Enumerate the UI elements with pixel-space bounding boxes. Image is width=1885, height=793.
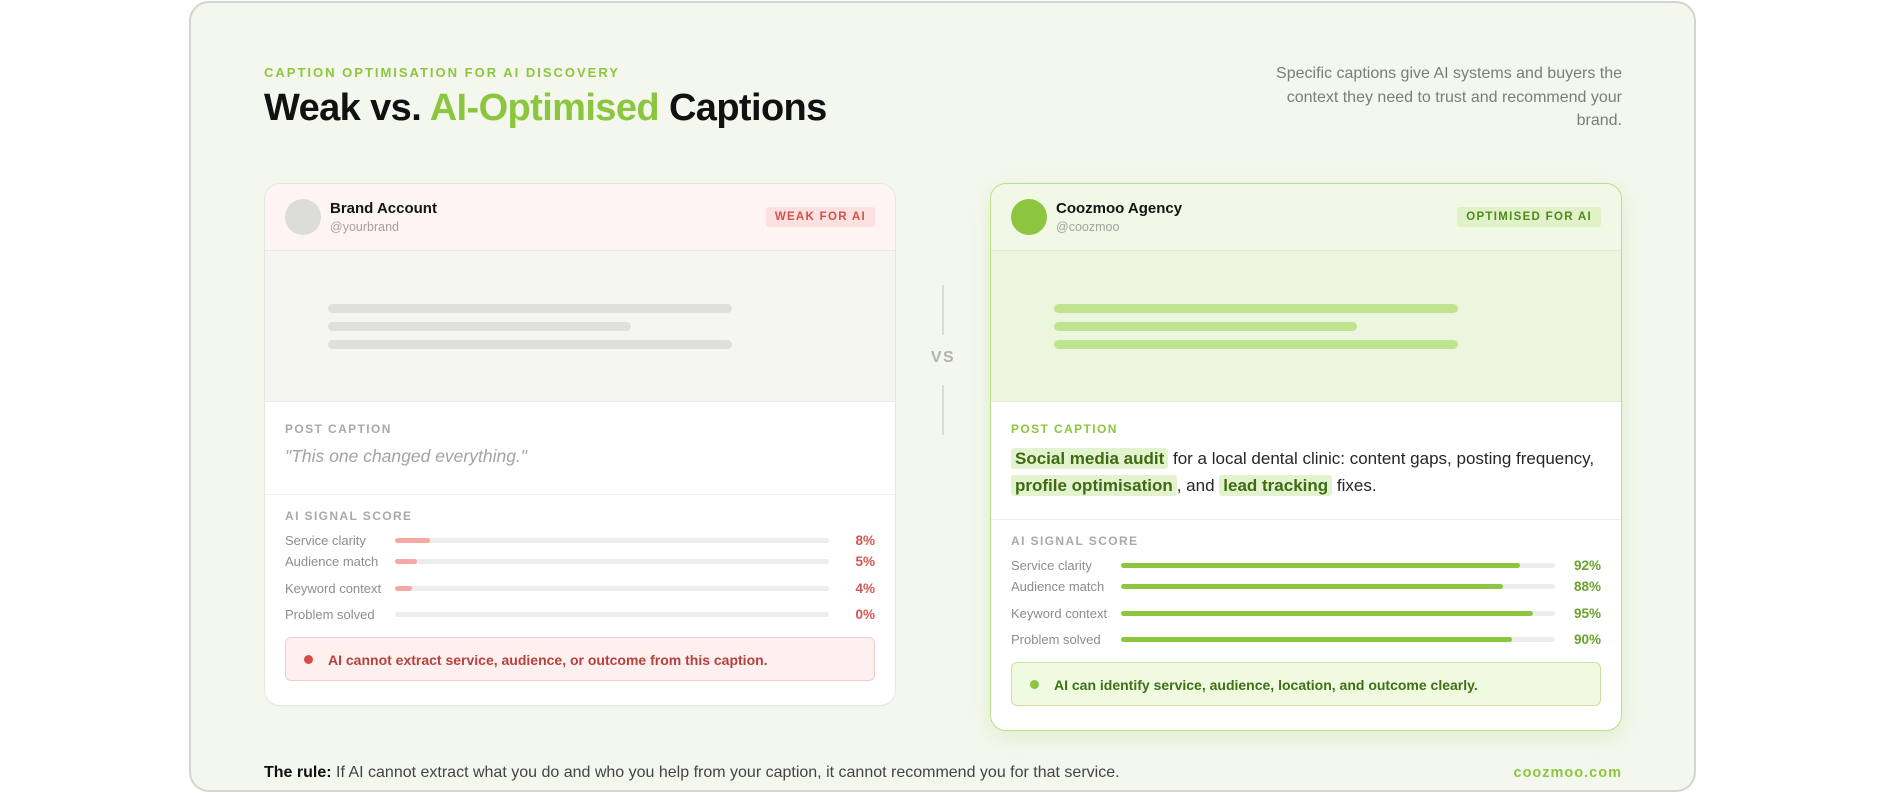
divider-line-top: [942, 285, 944, 335]
score-track: [395, 559, 829, 564]
score-value: 95%: [1573, 605, 1601, 621]
caption-label: POST CAPTION: [285, 422, 392, 436]
optimised-caption-card: Coozmoo Agency @coozmoo OPTIMISED FOR AI…: [990, 183, 1622, 731]
weak-badge: WEAK FOR AI: [765, 207, 875, 227]
infographic-frame: CAPTION OPTIMISATION FOR AI DISCOVERY We…: [189, 1, 1696, 792]
optimised-badge: OPTIMISED FOR AI: [1457, 207, 1601, 227]
page-title: Weak vs. AI-Optimised Captions: [264, 87, 827, 130]
placeholder-line: [1054, 340, 1458, 349]
score-rows: Service clarity 92% Audience match 88% K…: [1011, 555, 1601, 650]
post-media-placeholder: [265, 251, 895, 402]
weak-caption-card: Brand Account @yourbrand WEAK FOR AI POS…: [264, 183, 896, 706]
optimised-verdict: AI can identify service, audience, locat…: [1011, 662, 1601, 706]
score-row: Problem solved 0%: [285, 604, 875, 625]
keyword-highlight: profile optimisation: [1011, 475, 1177, 496]
avatar: [285, 199, 321, 235]
status-dot-icon: [304, 655, 313, 664]
caption-segment: fixes.: [1332, 476, 1377, 495]
score-row: Service clarity 92%: [1011, 555, 1601, 576]
title-part-2: Captions: [658, 87, 827, 129]
account-name: Coozmoo Agency: [1056, 200, 1183, 217]
score-fill: [1121, 584, 1503, 589]
score-value: 8%: [855, 533, 875, 548]
placeholder-line: [1054, 304, 1458, 313]
score-row-label: Audience match: [1011, 579, 1105, 594]
score-row-label: Keyword context: [285, 580, 382, 596]
title-part-1: Weak vs.: [264, 87, 430, 129]
score-track: [395, 585, 829, 591]
placeholder-line: [328, 340, 732, 349]
score-section: AI SIGNAL SCORE Service clarity 92% Audi…: [991, 520, 1621, 650]
optimised-caption-text: Social media audit for a local dental cl…: [1011, 445, 1601, 499]
rule-text: If AI cannot extract what you do and who…: [331, 764, 1120, 781]
score-row-label: Audience match: [285, 554, 379, 569]
score-fill: [1121, 563, 1521, 568]
score-value: 0%: [855, 607, 875, 622]
vs-label: VS: [930, 349, 956, 366]
brand-domain: coozmoo.com: [1513, 765, 1622, 781]
score-row: Problem solved 90%: [1011, 629, 1601, 650]
weak-caption-text: "This one changed everything.": [285, 446, 528, 466]
score-row: Keyword context 4%: [285, 572, 875, 604]
eyebrow: CAPTION OPTIMISATION FOR AI DISCOVERY: [264, 65, 620, 80]
score-value: 4%: [855, 580, 875, 596]
score-section: AI SIGNAL SCORE Service clarity 8% Audie…: [265, 495, 895, 625]
account-name: Brand Account: [330, 200, 437, 217]
caption-label: POST CAPTION: [1011, 422, 1118, 436]
rule-statement: The rule: If AI cannot extract what you …: [264, 764, 1120, 782]
score-track: [1121, 637, 1555, 642]
infographic-content: CAPTION OPTIMISATION FOR AI DISCOVERY We…: [264, 3, 1622, 790]
score-track: [395, 612, 829, 617]
post-media-placeholder: [991, 251, 1621, 402]
divider-line-bottom: [942, 385, 944, 435]
score-row-label: Service clarity: [1011, 558, 1092, 573]
caption-section: POST CAPTION "This one changed everythin…: [265, 402, 895, 495]
placeholder-line: [328, 322, 631, 331]
score-row-label: Keyword context: [1011, 605, 1108, 621]
caption-segment: , and: [1176, 476, 1220, 495]
score-rows: Service clarity 8% Audience match 5% Key…: [285, 530, 875, 625]
weak-verdict: AI cannot extract service, audience, or …: [285, 637, 875, 681]
placeholder-line: [1054, 322, 1357, 331]
score-row-label: Service clarity: [285, 533, 366, 548]
placeholder-line: [328, 304, 732, 313]
verdict-text: AI cannot extract service, audience, or …: [328, 652, 768, 668]
score-fill: [395, 538, 430, 543]
score-fill: [1121, 610, 1534, 616]
avatar: [1011, 199, 1047, 235]
optimised-card-header: Coozmoo Agency @coozmoo OPTIMISED FOR AI: [991, 184, 1621, 251]
account-handle: @yourbrand: [330, 220, 399, 234]
score-track: [1121, 610, 1555, 616]
score-label: AI SIGNAL SCORE: [1011, 534, 1139, 548]
caption-segment: for a local dental clinic: content gaps,…: [1168, 449, 1595, 468]
score-track: [395, 538, 829, 543]
score-row: Audience match 5%: [285, 551, 875, 572]
score-track: [1121, 563, 1555, 568]
score-value: 90%: [1573, 632, 1601, 647]
subtitle: Specific captions give AI systems and bu…: [1276, 65, 1622, 129]
score-fill: [395, 585, 413, 591]
keyword-highlight: lead tracking: [1219, 475, 1333, 496]
score-value: 88%: [1573, 579, 1601, 594]
score-row: Service clarity 8%: [285, 530, 875, 551]
title-accent: AI-Optimised: [429, 87, 660, 129]
score-value: 92%: [1573, 558, 1601, 573]
score-fill: [395, 559, 417, 564]
score-row: Keyword context 95%: [1011, 597, 1601, 629]
status-dot-icon: [1030, 680, 1039, 689]
score-row-label: Problem solved: [1011, 632, 1101, 647]
rule-label: The rule:: [264, 764, 332, 781]
verdict-text: AI can identify service, audience, locat…: [1054, 677, 1478, 693]
score-value: 5%: [855, 554, 875, 569]
score-label: AI SIGNAL SCORE: [285, 509, 413, 523]
account-handle: @coozmoo: [1056, 220, 1120, 234]
score-track: [1121, 584, 1555, 589]
score-fill: [1121, 637, 1512, 642]
keyword-highlight: Social media audit: [1011, 448, 1169, 469]
score-row-label: Problem solved: [285, 607, 375, 622]
score-row: Audience match 88%: [1011, 576, 1601, 597]
caption-section: POST CAPTION Social media audit for a lo…: [991, 402, 1621, 520]
weak-card-header: Brand Account @yourbrand WEAK FOR AI: [265, 184, 895, 251]
